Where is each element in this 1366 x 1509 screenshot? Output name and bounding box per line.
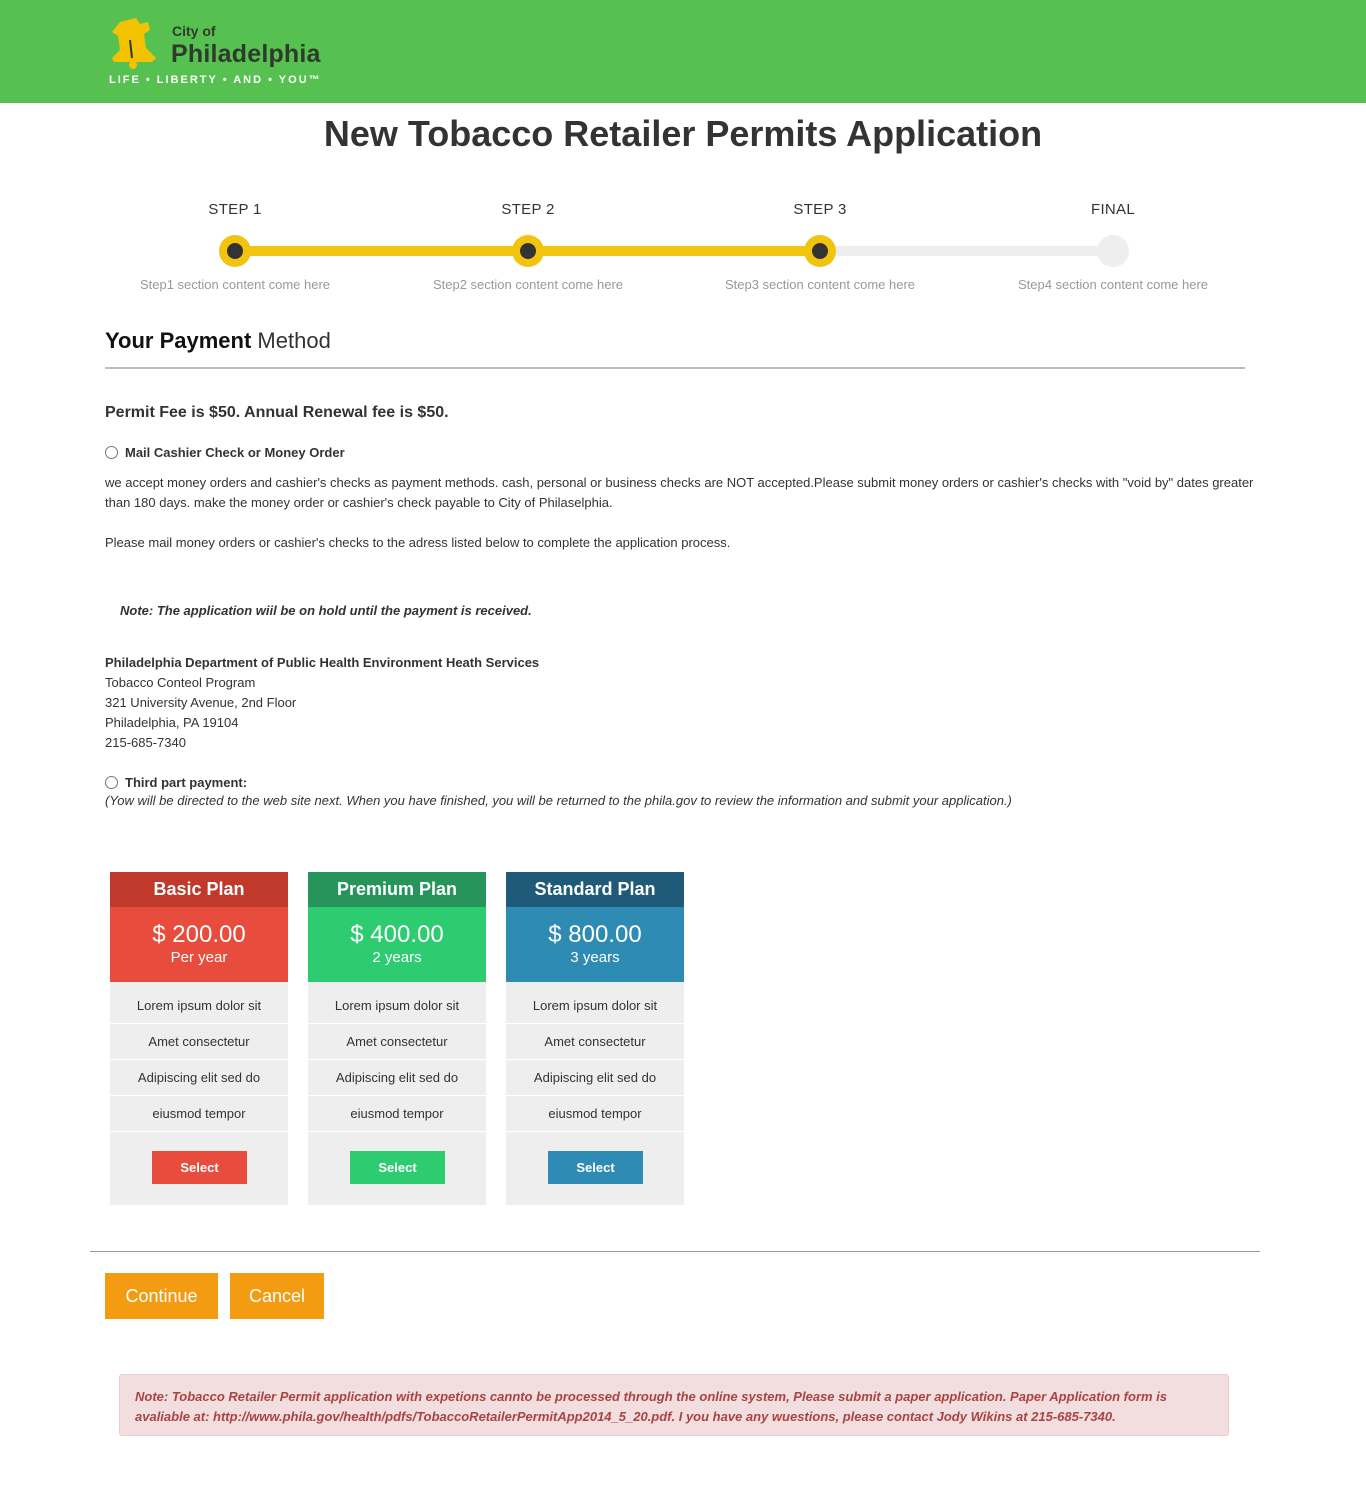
mail-address-instructions: Please mail money orders or cashier's ch… [105, 535, 731, 550]
address-program: Tobacco Conteol Program [105, 675, 256, 690]
plan-period: 2 years [372, 949, 422, 966]
mail-payment-label: Mail Cashier Check or Money Order [125, 445, 345, 460]
plan-feature-list: Lorem ipsum dolor sit Amet consectetur A… [506, 988, 684, 1132]
fee-text: Permit Fee is $50. Annual Renewal fee is… [105, 404, 449, 421]
plan-period: Per year [170, 949, 228, 966]
step-1[interactable]: STEP 1 Step1 section content come here [105, 200, 365, 292]
step-label: STEP 2 [501, 201, 555, 218]
plan-price-block: $ 200.00 Per year [110, 907, 288, 982]
plan-feature: Adipiscing elit sed do [506, 1060, 684, 1096]
plan-price: $ 800.00 [548, 921, 642, 948]
plan-card-basic: Basic Plan $ 200.00 Per year Lorem ipsum… [110, 872, 288, 1205]
plan-price-block: $ 400.00 2 years [308, 907, 486, 982]
paper-application-alert: Note: Tobacco Retailer Permit applicatio… [119, 1374, 1229, 1436]
step-description: Step4 section content come here [1017, 277, 1209, 292]
plan-feature: Amet consectetur [506, 1024, 684, 1060]
mail-instructions: we accept money orders and cashier's che… [105, 475, 1254, 510]
plan-name: Premium Plan [308, 872, 486, 907]
step-dot-complete [219, 235, 251, 267]
plan-price-block: $ 800.00 3 years [506, 907, 684, 982]
progress-stepper: STEP 1 Step1 section content come here S… [105, 200, 1245, 310]
logo-name-text: Philadelphia [171, 40, 321, 68]
third-party-option[interactable]: Third part payment: [105, 775, 247, 790]
plan-feature: Lorem ipsum dolor sit [506, 988, 684, 1024]
section-title: Your Payment Method [105, 328, 331, 354]
third-party-label: Third part payment: [125, 775, 248, 790]
plan-feature-list: Lorem ipsum dolor sit Amet consectetur A… [110, 988, 288, 1132]
site-header: City of Philadelphia LIFE • LIBERTY • AN… [0, 0, 1366, 103]
plan-name: Standard Plan [506, 872, 684, 907]
mailing-address: Philadelphia Department of Public Health… [105, 653, 539, 753]
section-divider [105, 367, 1245, 369]
plan-feature: Adipiscing elit sed do [110, 1060, 288, 1096]
address-city: Philadelphia, PA 19104 [105, 715, 239, 730]
plan-feature: Amet consectetur [110, 1024, 288, 1060]
plan-period: 3 years [570, 949, 620, 966]
step-2[interactable]: STEP 2 Step2 section content come here [398, 200, 658, 292]
continue-button[interactable]: Continue [105, 1273, 218, 1319]
plan-price: $ 400.00 [350, 921, 444, 948]
step-label: STEP 3 [793, 201, 847, 218]
step-label: STEP 1 [208, 201, 262, 218]
step-description: Step2 section content come here [432, 277, 624, 292]
page-title: New Tobacco Retailer Permits Application [323, 113, 1043, 154]
section-title-rest: Method [251, 328, 331, 353]
address-org: Philadelphia Department of Public Health… [105, 655, 540, 670]
plan-feature: eiusmod tempor [110, 1096, 288, 1132]
plan-card-standard: Standard Plan $ 800.00 3 years Lorem ips… [506, 872, 684, 1205]
step-final[interactable]: FINAL Step4 section content come here [983, 200, 1243, 292]
hold-note: Note: The application wiil be on hold un… [120, 603, 532, 618]
step-dot-complete [804, 235, 836, 267]
plan-feature: Lorem ipsum dolor sit [110, 988, 288, 1024]
plan-price: $ 200.00 [152, 921, 246, 948]
logo-tagline: LIFE • LIBERTY • AND • YOU™ [109, 74, 322, 86]
cancel-button[interactable]: Cancel [230, 1273, 324, 1319]
plan-name: Basic Plan [110, 872, 288, 907]
select-basic-button[interactable]: Select [152, 1151, 247, 1184]
plan-card-premium: Premium Plan $ 400.00 2 years Lorem ipsu… [308, 872, 486, 1205]
mail-payment-radio[interactable] [105, 446, 118, 459]
step-description: Step1 section content come here [139, 277, 331, 292]
plan-feature: eiusmod tempor [506, 1096, 684, 1132]
plan-feature: Lorem ipsum dolor sit [308, 988, 486, 1024]
plan-feature: eiusmod tempor [308, 1096, 486, 1132]
plan-feature-list: Lorem ipsum dolor sit Amet consectetur A… [308, 988, 486, 1132]
step-label: FINAL [1090, 201, 1135, 218]
section-title-bold: Your Payment [105, 328, 252, 353]
plan-feature: Adipiscing elit sed do [308, 1060, 486, 1096]
third-party-radio[interactable] [105, 776, 118, 789]
plan-feature: Amet consectetur [308, 1024, 486, 1060]
logo-city-text: City of [172, 23, 216, 39]
step-dot-pending [1097, 235, 1129, 267]
mail-payment-option[interactable]: Mail Cashier Check or Money Order [105, 445, 345, 460]
third-party-note: (Yow will be directed to the web site ne… [105, 793, 1012, 808]
select-standard-button[interactable]: Select [548, 1151, 643, 1184]
step-description: Step3 section content come here [724, 277, 916, 292]
select-premium-button[interactable]: Select [350, 1151, 445, 1184]
footer-divider [90, 1251, 1260, 1252]
step-dot-complete [512, 235, 544, 267]
city-logo[interactable]: City of Philadelphia LIFE • LIBERTY • AN… [106, 12, 336, 92]
step-3[interactable]: STEP 3 Step3 section content come here [690, 200, 950, 292]
liberty-bell-icon [112, 18, 156, 69]
address-street: 321 University Avenue, 2nd Floor [105, 695, 297, 710]
address-phone: 215-685-7340 [105, 735, 186, 750]
